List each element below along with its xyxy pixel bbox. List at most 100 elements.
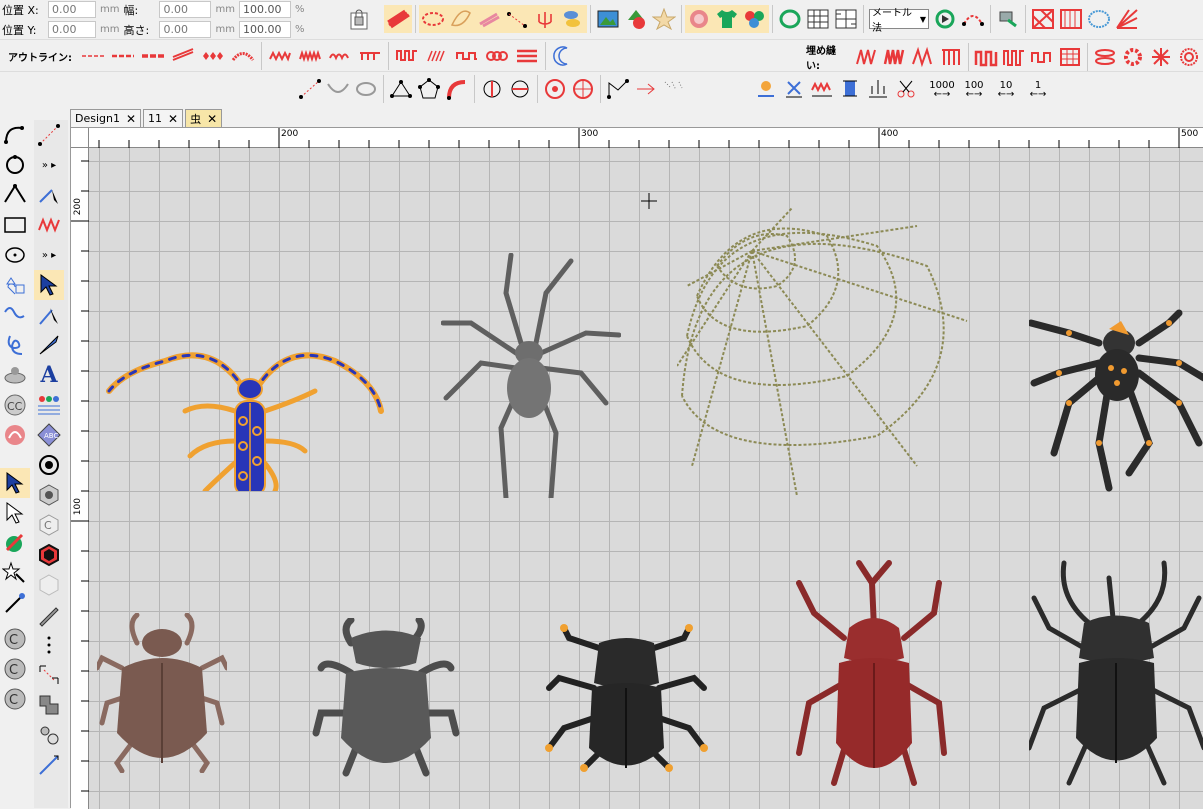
dots-tool-button[interactable] xyxy=(34,630,64,660)
curve-open-button[interactable] xyxy=(324,75,352,103)
outline-triple-button[interactable] xyxy=(108,42,138,70)
fill-comb-button[interactable] xyxy=(937,43,965,71)
rectangle-tool-button[interactable] xyxy=(0,210,30,240)
cross-stitch-button[interactable] xyxy=(1029,5,1057,33)
black-scarab-design[interactable] xyxy=(544,618,709,778)
scale-height-field[interactable] xyxy=(238,21,291,38)
fill-zigzag-button[interactable] xyxy=(853,43,881,71)
orange-spotted-spider-design[interactable] xyxy=(1029,283,1203,493)
unit-select[interactable]: メートル法 ▼ xyxy=(869,8,929,34)
arrow-line-button[interactable] xyxy=(632,75,660,103)
more-tools-button[interactable]: » ▸ xyxy=(34,240,64,270)
tatami-fill-button[interactable] xyxy=(419,5,447,33)
black-atlas-beetle-design[interactable] xyxy=(1029,558,1203,788)
fill-arch-button[interactable] xyxy=(972,43,1000,71)
magic-select-tool-button[interactable] xyxy=(0,558,30,588)
fill-dense-zigzag-button[interactable] xyxy=(881,43,909,71)
outline-feather-button[interactable] xyxy=(228,42,258,70)
stitch-jump-10-button[interactable]: 10 ←→ xyxy=(990,75,1022,103)
lock-ratio-icon[interactable] xyxy=(347,7,371,33)
curve-tool-button[interactable] xyxy=(0,120,30,150)
convert-c3-tool-button[interactable]: C xyxy=(0,684,30,714)
polyline-button[interactable] xyxy=(604,75,632,103)
outline-zigzag-button[interactable] xyxy=(265,42,295,70)
shapes-button[interactable] xyxy=(622,5,650,33)
start-point-button[interactable] xyxy=(478,75,506,103)
leaf-fill-button[interactable] xyxy=(447,5,475,33)
curve-closed-button[interactable] xyxy=(352,75,380,103)
shape-library-button[interactable] xyxy=(0,270,30,300)
outline-blanket-button[interactable] xyxy=(355,42,385,70)
end-point-button[interactable] xyxy=(506,75,534,103)
outline-satin-button[interactable] xyxy=(168,42,198,70)
knife-tool-button[interactable] xyxy=(34,330,64,360)
applique-tool-button[interactable]: CC xyxy=(0,390,30,420)
outline-ladder-button[interactable] xyxy=(512,42,542,70)
hoop-view-button[interactable] xyxy=(776,5,804,33)
run-stitch-button[interactable] xyxy=(503,5,531,33)
fill-pulse-button[interactable] xyxy=(1000,43,1028,71)
spiral-tool-button[interactable] xyxy=(0,330,30,360)
weld-tool-button[interactable] xyxy=(34,690,64,720)
red-rhino-beetle-design[interactable] xyxy=(794,553,954,788)
width-field[interactable] xyxy=(159,1,212,18)
bezier-tool-button[interactable] xyxy=(0,180,30,210)
text-tool-button[interactable]: A xyxy=(34,360,64,390)
monogram-diamond-tool-button[interactable]: ABC xyxy=(34,420,64,450)
satin-stitch-button[interactable] xyxy=(384,5,412,33)
pos-x-field[interactable] xyxy=(48,1,96,18)
trim-button[interactable] xyxy=(892,75,920,103)
convert-c-tool-button[interactable]: C xyxy=(0,624,30,654)
height-field[interactable] xyxy=(159,21,212,38)
pointer-tool-button[interactable] xyxy=(34,270,64,300)
pen-tool-button[interactable] xyxy=(34,600,64,630)
hexagon-tool-button[interactable] xyxy=(34,480,64,510)
fill-square-wave-button[interactable] xyxy=(1028,43,1056,71)
stitch-jump-1-button[interactable]: 1 ←→ xyxy=(1022,75,1054,103)
scatter-tool-button[interactable] xyxy=(660,75,688,103)
stitch-jump-1000-button[interactable]: 1000 ←→ xyxy=(926,75,958,103)
grid-button[interactable] xyxy=(804,5,832,33)
closed-curve-tool-button[interactable] xyxy=(0,150,30,180)
freehand-tool-button[interactable] xyxy=(0,300,30,330)
hexagon-light-tool-button[interactable] xyxy=(34,570,64,600)
longhorn-beetle-design[interactable] xyxy=(105,331,385,491)
stitch-player-button[interactable] xyxy=(931,5,959,33)
tie-off-button[interactable] xyxy=(780,75,808,103)
cluster-tool-button[interactable] xyxy=(34,720,64,750)
ellipse-tool-button[interactable] xyxy=(0,240,30,270)
garment-button[interactable] xyxy=(713,5,741,33)
select-tool-button[interactable] xyxy=(0,468,30,498)
stitch-jump-100-button[interactable]: 100 ←→ xyxy=(958,75,990,103)
brown-beetle-design[interactable] xyxy=(97,613,227,773)
circle-target-tool-button[interactable] xyxy=(34,450,64,480)
crescent-button[interactable] xyxy=(549,42,577,70)
fork-stitch-button[interactable] xyxy=(531,5,559,33)
close-icon[interactable]: ✕ xyxy=(126,112,136,126)
fill-ellipse-chain-button[interactable] xyxy=(1091,43,1119,71)
pentagon-node-button[interactable] xyxy=(415,75,443,103)
tab-bugs[interactable]: 虫 ✕ xyxy=(185,109,223,127)
satin-tool-button[interactable] xyxy=(34,210,64,240)
gray-spider-design[interactable] xyxy=(441,253,621,498)
hatch-fill-button[interactable] xyxy=(1057,5,1085,33)
arc-node-button[interactable] xyxy=(443,75,471,103)
fill-gear-button[interactable] xyxy=(1119,43,1147,71)
stitch-edit-tool-button[interactable] xyxy=(34,180,64,210)
center-run-button[interactable] xyxy=(541,75,569,103)
node-edit-button[interactable] xyxy=(387,75,415,103)
motif-fill-button[interactable] xyxy=(475,5,503,33)
grid-dots-tool-button[interactable] xyxy=(34,660,64,690)
outline-wave-button[interactable] xyxy=(325,42,355,70)
fill-contour-button[interactable] xyxy=(1175,43,1203,71)
node-pointer-tool-button[interactable] xyxy=(34,300,64,330)
lasso-tool-button[interactable] xyxy=(0,588,30,618)
fill-radial-button[interactable] xyxy=(1147,43,1175,71)
line-segment-tool-button[interactable] xyxy=(34,120,64,150)
hexagon-c-tool-button[interactable]: C xyxy=(34,510,64,540)
ruler-grid-button[interactable] xyxy=(832,5,860,33)
tab-11[interactable]: 11 ✕ xyxy=(143,109,184,127)
image-import-button[interactable] xyxy=(594,5,622,33)
thread-spool-button[interactable] xyxy=(836,75,864,103)
close-icon[interactable]: ✕ xyxy=(207,112,217,126)
